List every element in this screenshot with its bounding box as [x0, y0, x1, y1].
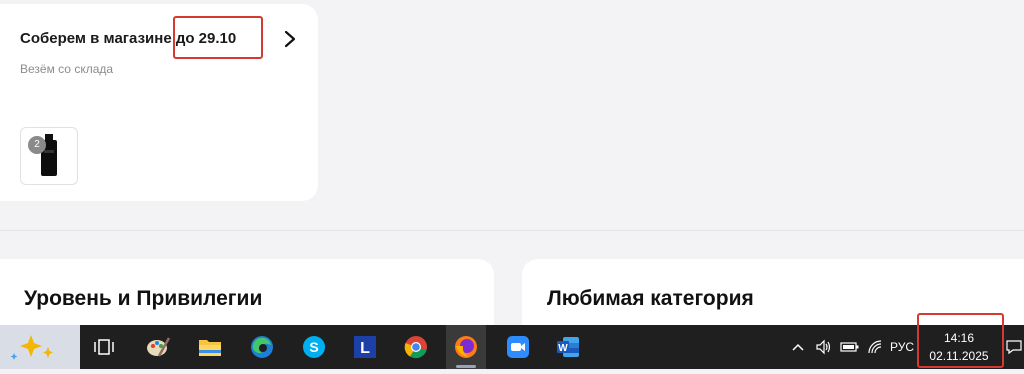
- file-explorer-icon: [199, 340, 221, 356]
- edge-icon: [251, 336, 273, 358]
- order-pickup-subtitle: Везём со склада: [20, 62, 114, 76]
- l-app-button[interactable]: L: [345, 325, 385, 369]
- windows-taskbar: S L W РУС 14:16 02.11.2025: [0, 325, 1024, 369]
- svg-text:L: L: [360, 340, 370, 357]
- perfume-bottle-image: [41, 134, 57, 176]
- speaker-icon: [816, 339, 831, 355]
- favorite-category-title: Любимая категория: [547, 287, 754, 310]
- zoom-button[interactable]: [498, 325, 538, 369]
- zoom-icon: [507, 336, 529, 358]
- l-app-icon: L: [354, 336, 376, 358]
- battery-button[interactable]: [838, 325, 862, 369]
- firefox-icon: [455, 336, 477, 358]
- chevron-right-icon[interactable]: [280, 28, 300, 50]
- paint-app-button[interactable]: [138, 325, 178, 369]
- task-view-button[interactable]: [84, 325, 124, 369]
- task-view-icon: [94, 339, 114, 355]
- notification-icon: [1006, 340, 1022, 355]
- edge-browser-button[interactable]: [242, 325, 282, 369]
- show-hidden-icons-button[interactable]: [788, 325, 808, 369]
- chevron-up-icon: [792, 343, 804, 351]
- file-explorer-button[interactable]: [190, 325, 230, 369]
- order-card[interactable]: Соберем в магазине до 29.10 Везём со скл…: [0, 4, 318, 201]
- word-button[interactable]: W: [548, 325, 588, 369]
- volume-button[interactable]: [812, 325, 836, 369]
- date-highlight-box: [173, 16, 263, 59]
- chrome-icon: [404, 336, 427, 359]
- battery-icon: [840, 342, 859, 352]
- word-icon: W: [557, 337, 579, 357]
- svg-text:S: S: [309, 339, 318, 355]
- product-thumbnail[interactable]: 2: [20, 127, 78, 185]
- skype-icon: S: [303, 336, 325, 358]
- svg-text:W: W: [558, 343, 568, 354]
- input-language-indicator[interactable]: РУС: [888, 325, 916, 369]
- network-button[interactable]: [864, 325, 886, 369]
- notifications-button[interactable]: [1004, 325, 1024, 369]
- paint-icon: [147, 337, 171, 357]
- wifi-icon: [868, 340, 882, 354]
- copilot-button[interactable]: [0, 325, 80, 369]
- levels-privileges-title: Уровень и Привилегии: [24, 287, 263, 310]
- section-divider: [0, 230, 1024, 231]
- item-count-badge: 2: [28, 136, 46, 154]
- chrome-button[interactable]: [396, 325, 436, 369]
- clock-highlight-box: [917, 313, 1004, 368]
- skype-button[interactable]: S: [294, 325, 334, 369]
- copilot-icon: [10, 335, 53, 360]
- firefox-button[interactable]: [446, 325, 486, 369]
